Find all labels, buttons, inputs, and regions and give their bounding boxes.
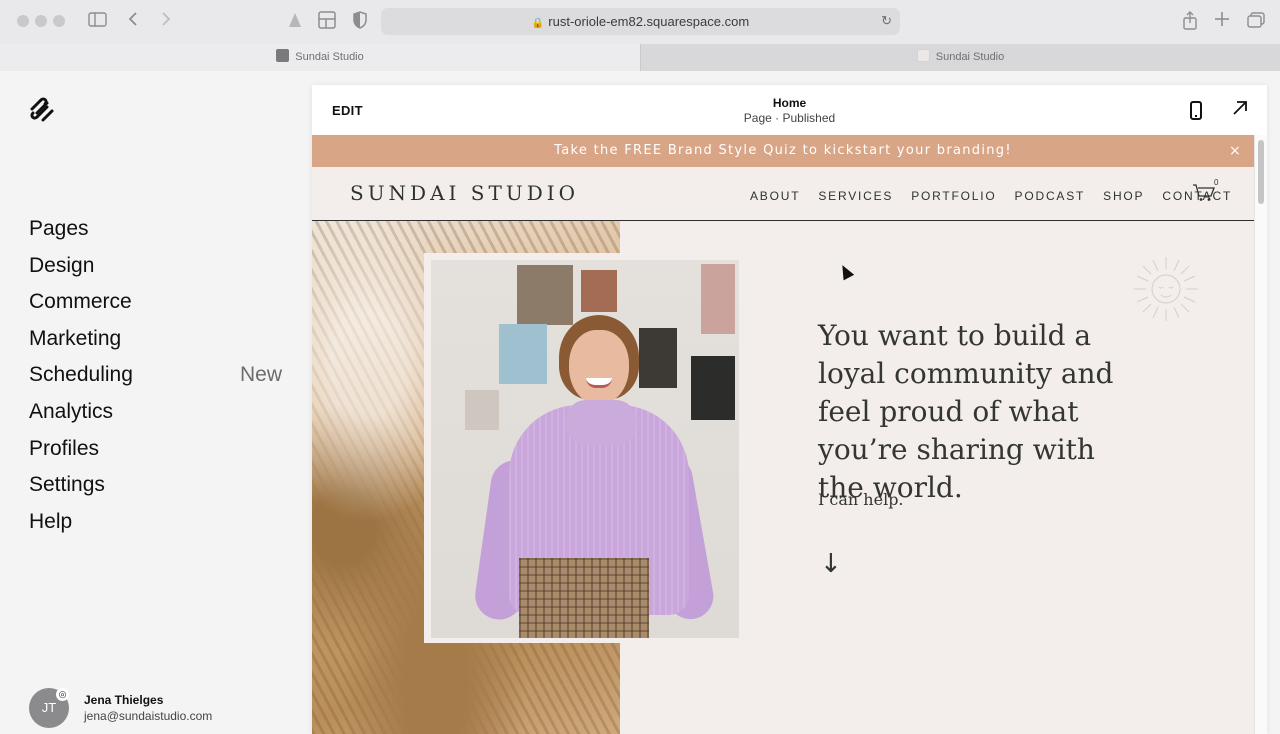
new-tab-icon[interactable] [1215, 12, 1229, 30]
extension-icon[interactable] [287, 11, 303, 33]
reload-icon[interactable]: ↻ [881, 13, 892, 29]
hero-section: You want to build a loyal community and … [312, 221, 1254, 734]
sidebar-item-label: Analytics [29, 399, 114, 423]
sidebar-item-label: Pages [29, 217, 89, 240]
squarespace-badge-icon: ◎ [56, 688, 69, 701]
sidebar-item-label: Commerce [29, 290, 132, 314]
person-face [569, 330, 629, 405]
wall-poster [691, 356, 735, 420]
portrait-photo [431, 260, 739, 638]
account-menu[interactable]: JT ◎ Jena Thielges jena@sundaistudio.com [29, 688, 299, 732]
fullscreen-arrow-icon[interactable] [1232, 98, 1248, 120]
site-nav-services[interactable]: SERVICES [818, 189, 893, 203]
site-nav-shop[interactable]: SHOP [1103, 189, 1144, 203]
back-icon[interactable] [128, 11, 138, 31]
cart-count: 0 [1214, 178, 1219, 187]
sidebar-item-scheduling[interactable]: Scheduling New [29, 357, 282, 394]
site-nav-podcast[interactable]: PODCAST [1015, 189, 1086, 203]
close-icon[interactable]: × [1229, 135, 1242, 167]
user-email: jena@sundaistudio.com [84, 709, 213, 723]
page-title: Home [772, 96, 807, 110]
sidebar-item-analytics[interactable]: Analytics [29, 394, 282, 431]
sidebar-toggle-icon[interactable] [88, 12, 107, 31]
wall-poster [465, 390, 499, 430]
wall-poster [701, 264, 735, 334]
announcement-text: Take the FREE Brand Style Quiz to kickst… [554, 143, 1012, 158]
sidebar-item-profiles[interactable]: Profiles [29, 431, 282, 468]
tab-title: Sundai Studio [935, 51, 1005, 63]
forward-icon[interactable] [161, 11, 171, 31]
site-nav-portfolio[interactable]: PORTFOLIO [911, 189, 996, 203]
hero-headline: You want to build a loyal community and … [818, 319, 1114, 504]
sidebar-nav: Pages Design Commerce Marketing Scheduli… [29, 211, 282, 540]
sidebar-item-design[interactable]: Design [29, 248, 282, 285]
user-name: Jena Thielges [84, 693, 164, 707]
hero-subline: I can help. [818, 490, 904, 509]
close-window-button[interactable] [17, 15, 29, 27]
sidebar-item-label: Profiles [29, 436, 100, 460]
sidebar-item-label: Marketing [29, 326, 122, 350]
sidebar-item-label: Help [29, 509, 73, 533]
sidebar-item-label: Settings [29, 473, 105, 497]
site-preview: Take the FREE Brand Style Quiz to kickst… [312, 135, 1254, 734]
sidebar-item-commerce[interactable]: Commerce [29, 284, 282, 321]
page-status: Page · Published [743, 111, 836, 125]
share-icon[interactable] [1182, 11, 1198, 34]
site-brand-logo[interactable]: SUNDAI STUDIO [350, 181, 579, 205]
minimize-window-button[interactable] [35, 15, 47, 27]
page-editor-panel: EDIT Home Page · Published Take the FREE… [312, 85, 1267, 734]
address-bar[interactable]: 🔒 rust-oriole-em82.squarespace.com ↻ [381, 8, 900, 35]
sidebar-item-settings[interactable]: Settings [29, 467, 282, 504]
preview-scrollbar[interactable] [1254, 135, 1267, 734]
privacy-shield-icon[interactable] [353, 11, 367, 33]
squarespace-logo-icon[interactable] [28, 96, 56, 124]
sidebar-item-label: Design [29, 253, 95, 277]
tab-sundai-studio-active[interactable]: Sundai Studio [0, 44, 640, 71]
sidebar-item-marketing[interactable]: Marketing [29, 321, 282, 358]
person-pants [519, 558, 649, 638]
site-header: SUNDAI STUDIO ABOUT SERVICES PORTFOLIO PODC… [312, 167, 1254, 221]
mobile-preview-icon[interactable] [1190, 101, 1202, 120]
cart-icon[interactable]: 0 [1192, 178, 1218, 204]
wall-poster [639, 328, 677, 388]
squarespace-favicon-icon [276, 49, 290, 62]
sidebar-item-label: Scheduling [29, 363, 133, 387]
site-nav-about[interactable]: ABOUT [750, 189, 800, 203]
scroll-thumb[interactable] [1258, 140, 1264, 204]
zoom-window-button[interactable] [53, 15, 65, 27]
wall-poster [581, 270, 617, 312]
site-favicon-icon [916, 49, 930, 62]
scroll-down-arrow-icon[interactable]: ↓ [820, 549, 842, 579]
tab-bar: Sundai Studio Sundai Studio [0, 44, 1280, 71]
announcement-bar[interactable]: Take the FREE Brand Style Quiz to kickst… [312, 135, 1254, 167]
new-badge: New [239, 363, 282, 387]
url-text: rust-oriole-em82.squarespace.com [548, 14, 750, 29]
reader-layout-icon[interactable] [318, 11, 336, 33]
sidebar-item-help[interactable]: Help [29, 504, 282, 541]
sidebar-item-pages[interactable]: Pages [29, 211, 282, 248]
squarespace-sidebar: Pages Design Commerce Marketing Scheduli… [0, 71, 312, 734]
site-nav: ABOUT SERVICES PORTFOLIO PODCAST SHOP CONTACT [750, 187, 1250, 203]
wall-poster [499, 324, 547, 384]
tab-overview-icon[interactable] [1247, 12, 1265, 32]
wall-poster [517, 265, 573, 325]
lock-icon: 🔒 [531, 18, 545, 29]
tab-sundai-studio[interactable]: Sundai Studio [640, 44, 1280, 71]
browser-titlebar: 🔒 rust-oriole-em82.squarespace.com ↻ [0, 0, 1280, 44]
tab-title: Sundai Studio [295, 51, 364, 63]
person-collar [566, 400, 636, 445]
editor-header: EDIT Home Page · Published [312, 85, 1267, 135]
sun-face-icon [1132, 255, 1200, 323]
